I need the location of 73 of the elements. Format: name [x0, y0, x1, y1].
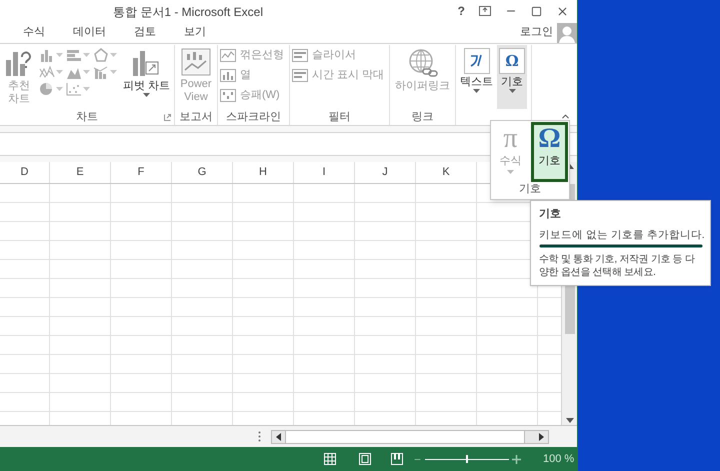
- horizontal-scrollbar[interactable]: [271, 430, 549, 444]
- scroll-right-icon[interactable]: [539, 432, 544, 440]
- slicer-icon: [292, 49, 308, 62]
- pivot-chart-icon: [131, 48, 162, 78]
- caret-icon: [110, 70, 118, 74]
- column-header[interactable]: E: [76, 164, 84, 181]
- scatter-chart-icon: [66, 82, 82, 96]
- omega-icon: Ω: [538, 125, 561, 153]
- ribbon-tab[interactable]: 검토: [133, 24, 157, 41]
- caret-icon: [507, 170, 514, 174]
- ribbon-button[interactable]: 피벗 차트: [120, 45, 172, 109]
- column-header[interactable]: F: [138, 164, 144, 181]
- help-button[interactable]: ?: [458, 2, 465, 20]
- column-header[interactable]: K: [442, 164, 450, 181]
- dialog-launcher-icon[interactable]: [164, 114, 171, 121]
- scatter-lines-icon: [39, 65, 56, 79]
- globe-link-icon: [406, 48, 438, 78]
- caret-icon: [83, 70, 90, 74]
- ribbon-tab[interactable]: 수식: [22, 24, 46, 41]
- combo-chart-icon: [93, 65, 110, 79]
- page-layout-icon[interactable]: [359, 453, 371, 465]
- column-header[interactable]: H: [259, 164, 267, 181]
- caret-icon: [83, 53, 90, 57]
- ribbon-button[interactable]: 텍스트: [458, 45, 495, 109]
- radar-chart-icon: [93, 48, 110, 62]
- maximize-icon[interactable]: [531, 6, 542, 16]
- column-header[interactable]: D: [20, 164, 28, 181]
- user-avatar-icon[interactable]: [557, 22, 577, 42]
- caret-icon: [508, 89, 516, 93]
- column-header[interactable]: I: [322, 164, 326, 181]
- omega-icon: Ω: [499, 48, 525, 74]
- ribbon-button[interactable]: Ω 기호: [497, 45, 527, 109]
- splitter-handle-icon[interactable]: [258, 431, 261, 442]
- caret-icon: [56, 70, 64, 74]
- caret-icon: [56, 53, 64, 57]
- scroll-left-icon[interactable]: [276, 432, 281, 440]
- column-header[interactable]: J: [382, 164, 388, 181]
- bar-chart-icon: [66, 48, 82, 62]
- scroll-down-icon[interactable]: [566, 418, 574, 423]
- column-header[interactable]: G: [198, 164, 206, 181]
- sparkline-win-loss-icon: [220, 89, 236, 102]
- ribbon-tab[interactable]: 보기: [183, 24, 207, 41]
- caret-icon: [142, 93, 150, 97]
- zoom-slider[interactable]: [425, 454, 509, 464]
- tooltip-summary: 키보드에 없는 기호를 추가합니다.: [539, 228, 702, 242]
- symbol-menu-button[interactable]: Ω 기호: [531, 122, 568, 182]
- ribbon-tab[interactable]: 데이터: [72, 24, 107, 41]
- group-label: 기호: [519, 182, 541, 197]
- sparkline-column-icon: [220, 69, 236, 82]
- close-icon[interactable]: [556, 4, 569, 18]
- ribbon-display-icon[interactable]: [479, 6, 491, 16]
- caret-icon: [56, 87, 64, 91]
- group-label: 차트: [76, 110, 98, 124]
- sign-in-link[interactable]: 로그인: [520, 24, 553, 41]
- group-label: 링크: [412, 110, 434, 124]
- group-label: 보고서: [180, 110, 212, 124]
- window-title: 통합 문서1 - Microsoft Excel: [113, 4, 264, 21]
- group-label: 필터: [328, 110, 350, 124]
- text-box-icon: [464, 48, 490, 74]
- tooltip-title: 기호: [539, 207, 562, 222]
- normal-view-icon[interactable]: [324, 453, 336, 465]
- tooltip-description: 수학 및 통화 기호, 저작권 기호 등 다양한 옵션을 선택해 보세요.: [539, 253, 696, 280]
- timeline-icon: [292, 69, 308, 82]
- group-label: 스파크라인: [226, 110, 281, 124]
- zoom-in-icon[interactable]: [512, 454, 521, 464]
- caret-icon: [83, 87, 90, 91]
- line-chart-icon: [181, 48, 211, 76]
- caret-icon: [473, 89, 480, 93]
- scroll-thumb[interactable]: [285, 430, 525, 442]
- page-break-icon[interactable]: [391, 453, 403, 465]
- pi-icon: π: [503, 125, 518, 153]
- zoom-level[interactable]: 100 %: [543, 450, 574, 468]
- caret-icon: [110, 53, 118, 57]
